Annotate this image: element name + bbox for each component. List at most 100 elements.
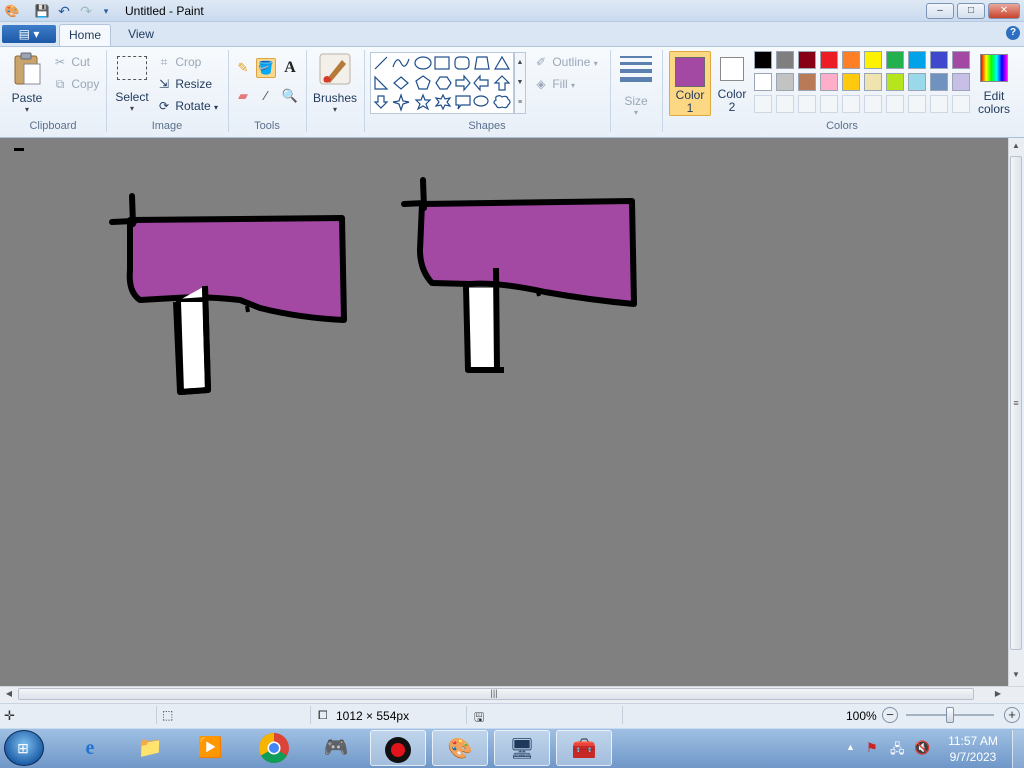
right-sign-crossline <box>401 177 428 211</box>
custom-color-slot[interactable] <box>776 95 794 113</box>
palette-swatch[interactable] <box>886 73 904 91</box>
customize-quick-access-icon[interactable]: ▾ <box>98 3 114 19</box>
fill-bucket-icon[interactable]: 🪣 <box>256 58 276 78</box>
redo-icon[interactable]: ↷ <box>78 3 94 19</box>
resize-label: Resize <box>175 77 213 91</box>
eraser-icon[interactable]: ▰ <box>233 86 253 106</box>
zoom-out-button[interactable]: − <box>882 707 898 723</box>
clock-date[interactable]: 9/7/2023 <box>940 750 1006 764</box>
magnifier-icon[interactable]: 🔍 <box>280 86 300 106</box>
size-button[interactable]: Size ▾ <box>616 52 656 118</box>
select-button[interactable]: Select ▾ <box>112 52 152 118</box>
zoom-in-button[interactable]: + <box>1004 707 1020 723</box>
zoom-slider-thumb[interactable] <box>946 707 954 723</box>
canvas-size-icon: ⧠ <box>318 708 328 722</box>
text-tool-icon[interactable]: A <box>280 58 300 78</box>
palette-swatch[interactable] <box>886 51 904 69</box>
edit-colors-button[interactable]: Edit colors <box>975 52 1013 118</box>
custom-color-slot[interactable] <box>908 95 926 113</box>
tab-view[interactable]: View <box>118 24 164 46</box>
palette-swatch[interactable] <box>842 51 860 69</box>
color-picker-icon[interactable]: ⁄ <box>256 86 276 106</box>
copy-icon: ⧉ <box>55 77 65 91</box>
custom-color-slot[interactable] <box>798 95 816 113</box>
tab-home[interactable]: Home <box>59 24 111 47</box>
paste-button[interactable]: Paste ▾ <box>8 52 46 118</box>
show-desktop-button[interactable] <box>1012 730 1024 768</box>
copy-button[interactable]: ⧉ Copy <box>52 76 100 92</box>
palette-swatch[interactable] <box>798 51 816 69</box>
palette-swatch[interactable] <box>930 73 948 91</box>
palette-swatch[interactable] <box>864 73 882 91</box>
palette-swatch[interactable] <box>776 73 794 91</box>
media-player-icon[interactable]: ▶️ <box>182 730 238 766</box>
custom-color-slot[interactable] <box>820 95 838 113</box>
paste-icon <box>14 52 41 85</box>
rotate-button[interactable]: ⟳ Rotate ▾ <box>156 98 218 114</box>
select-marquee-icon <box>117 56 147 80</box>
palette-swatch[interactable] <box>908 73 926 91</box>
brushes-button[interactable]: Brushes ▾ <box>312 52 358 118</box>
palette-swatch[interactable] <box>820 73 838 91</box>
save-icon[interactable]: 💾 <box>34 3 50 19</box>
shapes-gallery[interactable] <box>370 52 514 114</box>
undo-icon[interactable]: ↶ <box>56 3 72 19</box>
clock-time[interactable]: 11:57 AM <box>940 734 1006 748</box>
status-divider <box>622 706 623 724</box>
show-hidden-icons-chevron[interactable]: ▲ <box>846 742 855 752</box>
tools-group-label: Tools <box>254 120 280 132</box>
color2-button[interactable]: Color 2 <box>712 51 752 116</box>
game-controller-icon[interactable]: 🎮 <box>308 730 364 766</box>
palette-swatch[interactable] <box>930 51 948 69</box>
selection-size-icon: ⬚ <box>162 708 174 722</box>
crop-button[interactable]: ⌗ Crop <box>156 54 202 70</box>
scroll-down-arrow-icon[interactable]: ▼ <box>1010 670 1022 679</box>
palette-swatch[interactable] <box>908 51 926 69</box>
outline-button[interactable]: ✐ Outline ▾ <box>533 54 598 70</box>
palette-swatch[interactable] <box>798 73 816 91</box>
custom-color-slot[interactable] <box>842 95 860 113</box>
custom-color-slot[interactable] <box>930 95 948 113</box>
chrome-icon[interactable] <box>246 730 302 766</box>
color2-swatch <box>720 57 744 81</box>
palette-swatch[interactable] <box>952 73 970 91</box>
scroll-up-arrow-icon[interactable]: ▲ <box>1010 141 1022 150</box>
palette-swatch[interactable] <box>864 51 882 69</box>
minimize-button[interactable]: – <box>926 3 954 19</box>
fill-button[interactable]: ◈ Fill ▾ <box>533 76 575 92</box>
paint-taskbar-icon[interactable]: 🎨 <box>432 730 488 766</box>
custom-color-slot[interactable] <box>952 95 970 113</box>
palette-swatch[interactable] <box>842 73 860 91</box>
internet-explorer-icon[interactable]: e <box>62 730 118 766</box>
palette-swatch[interactable] <box>776 51 794 69</box>
palette-swatch[interactable] <box>820 51 838 69</box>
custom-color-slot[interactable] <box>864 95 882 113</box>
toolbox-icon[interactable]: 🧰 <box>556 730 612 766</box>
palette-swatch[interactable] <box>952 51 970 69</box>
palette-swatch[interactable] <box>754 51 772 69</box>
pencil-icon[interactable]: ✎ <box>233 58 253 78</box>
scroll-left-arrow-icon[interactable]: ◀ <box>3 689 15 698</box>
scroll-right-arrow-icon[interactable]: ▶ <box>992 689 1004 698</box>
network-icon[interactable]: 🖧 <box>890 740 905 762</box>
maximize-button[interactable]: □ <box>957 3 985 19</box>
canvas-workspace[interactable] <box>0 138 1008 686</box>
file-menu-button[interactable]: ▤ ▾ <box>2 25 56 43</box>
screen-recorder-icon[interactable] <box>370 730 426 766</box>
help-icon[interactable]: ? <box>1006 26 1020 40</box>
system-monitor-icon[interactable]: 🖥 <box>494 730 550 766</box>
custom-color-slot[interactable] <box>754 95 772 113</box>
file-explorer-icon[interactable]: 📁 <box>122 730 178 766</box>
cut-button[interactable]: ✂ Cut <box>52 54 90 70</box>
palette-swatch[interactable] <box>754 73 772 91</box>
volume-muted-icon[interactable]: 🔇 <box>914 740 930 756</box>
paint-app-icon[interactable]: 🎨 <box>4 3 20 19</box>
action-center-icon[interactable]: ⚑ <box>866 740 878 756</box>
custom-color-slot[interactable] <box>886 95 904 113</box>
select-dropdown-icon: ▾ <box>129 104 134 113</box>
color1-button[interactable]: Color 1 <box>669 51 711 116</box>
close-button[interactable]: ✕ <box>988 3 1020 19</box>
resize-button[interactable]: ⇲ Resize <box>156 76 212 92</box>
shapes-scroll[interactable]: ▲ ▼ ≡ <box>514 52 526 114</box>
drawing-canvas[interactable] <box>0 138 1008 686</box>
